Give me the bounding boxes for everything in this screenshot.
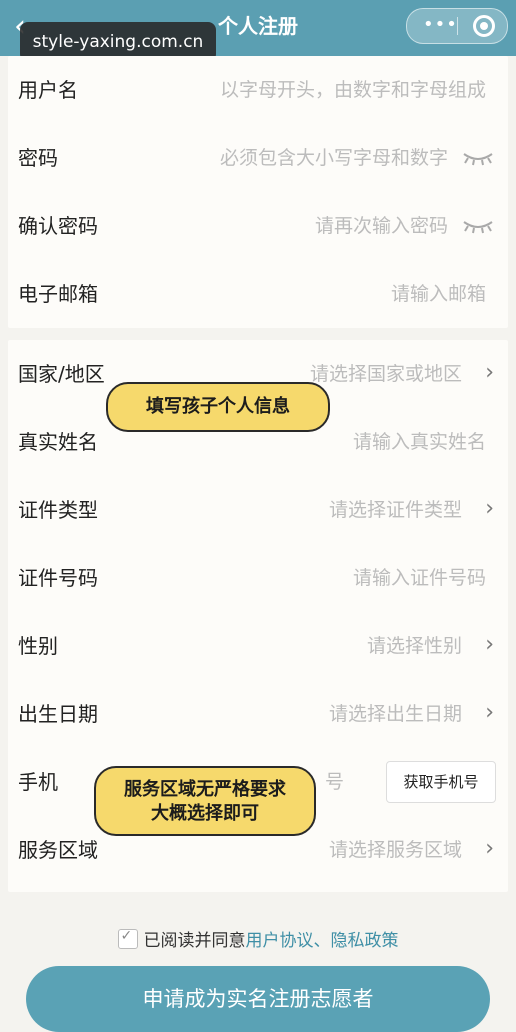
- username-input[interactable]: 以字母开头，由数字和字母组成: [220, 56, 486, 124]
- idnumber-row[interactable]: 证件号码 请输入证件号码: [8, 544, 508, 612]
- bubble-text: 填写孩子个人信息: [146, 396, 290, 417]
- agreement-checkbox[interactable]: [117, 928, 138, 949]
- idtype-select[interactable]: 请选择证件类型: [329, 476, 462, 544]
- chevron-right-icon: ›: [485, 360, 494, 385]
- birthday-label: 出生日期: [18, 702, 98, 726]
- agreement-text: 已阅读并同意: [143, 931, 246, 951]
- email-input[interactable]: 请输入邮箱: [391, 260, 486, 328]
- confirm-password-row[interactable]: 确认密码 请再次输入密码: [8, 192, 508, 260]
- country-select[interactable]: 请选择国家或地区: [310, 340, 462, 408]
- gender-label: 性别: [18, 634, 58, 658]
- chevron-right-icon: ›: [485, 700, 494, 725]
- idtype-label: 证件类型: [18, 498, 98, 522]
- eye-closed-icon[interactable]: [462, 218, 494, 234]
- target-icon[interactable]: [473, 15, 495, 37]
- bubble-text: 大概选择即可: [151, 803, 259, 824]
- more-icon[interactable]: •••: [423, 15, 458, 35]
- region-select[interactable]: 请选择服务区域: [329, 816, 462, 884]
- gender-row[interactable]: 性别 请选择性别 ›: [8, 612, 508, 680]
- realname-label: 真实姓名: [18, 430, 98, 454]
- submit-button[interactable]: 申请成为实名注册志愿者: [26, 966, 490, 1032]
- annotation-bubble-personal-info: 填写孩子个人信息: [106, 382, 330, 432]
- agreement-row: 已阅读并同意用户协议、隐私政策: [0, 926, 516, 956]
- eye-closed-icon[interactable]: [462, 150, 494, 166]
- phone-label: 手机: [18, 770, 58, 794]
- password-input[interactable]: 必须包含大小写字母和数字: [220, 124, 448, 192]
- country-label: 国家/地区: [18, 362, 105, 386]
- account-card: 用户名 以字母开头，由数字和字母组成 密码 必须包含大小写字母和数字 确认密码 …: [8, 56, 508, 328]
- get-phone-number-button[interactable]: 获取手机号: [386, 761, 496, 803]
- chevron-right-icon: ›: [485, 496, 494, 521]
- username-label: 用户名: [18, 78, 78, 102]
- agreement-links[interactable]: 用户协议、隐私政策: [246, 931, 399, 951]
- chevron-right-icon: ›: [485, 632, 494, 657]
- gender-select[interactable]: 请选择性别: [367, 612, 462, 680]
- password-row[interactable]: 密码 必须包含大小写字母和数字: [8, 124, 508, 192]
- realname-input[interactable]: 请输入真实姓名: [353, 408, 486, 476]
- confirm-password-input[interactable]: 请再次输入密码: [315, 192, 448, 260]
- mini-program-capsule[interactable]: •••: [406, 8, 508, 44]
- confirm-password-label: 确认密码: [18, 214, 98, 238]
- idnumber-label: 证件号码: [18, 566, 98, 590]
- phone-input[interactable]: 号: [325, 748, 344, 816]
- bubble-text: 服务区域无严格要求: [124, 779, 286, 800]
- email-row[interactable]: 电子邮箱 请输入邮箱: [8, 260, 508, 328]
- region-label: 服务区域: [18, 838, 98, 862]
- birthday-select[interactable]: 请选择出生日期: [329, 680, 462, 748]
- annotation-bubble-region: 服务区域无严格要求 大概选择即可: [94, 766, 316, 836]
- idtype-row[interactable]: 证件类型 请选择证件类型 ›: [8, 476, 508, 544]
- email-label: 电子邮箱: [18, 282, 98, 306]
- capsule-divider: [457, 17, 458, 35]
- password-label: 密码: [18, 146, 58, 170]
- chevron-right-icon: ›: [485, 836, 494, 861]
- idnumber-input[interactable]: 请输入证件号码: [353, 544, 486, 612]
- birthday-row[interactable]: 出生日期 请选择出生日期 ›: [8, 680, 508, 748]
- username-row[interactable]: 用户名 以字母开头，由数字和字母组成: [8, 56, 508, 124]
